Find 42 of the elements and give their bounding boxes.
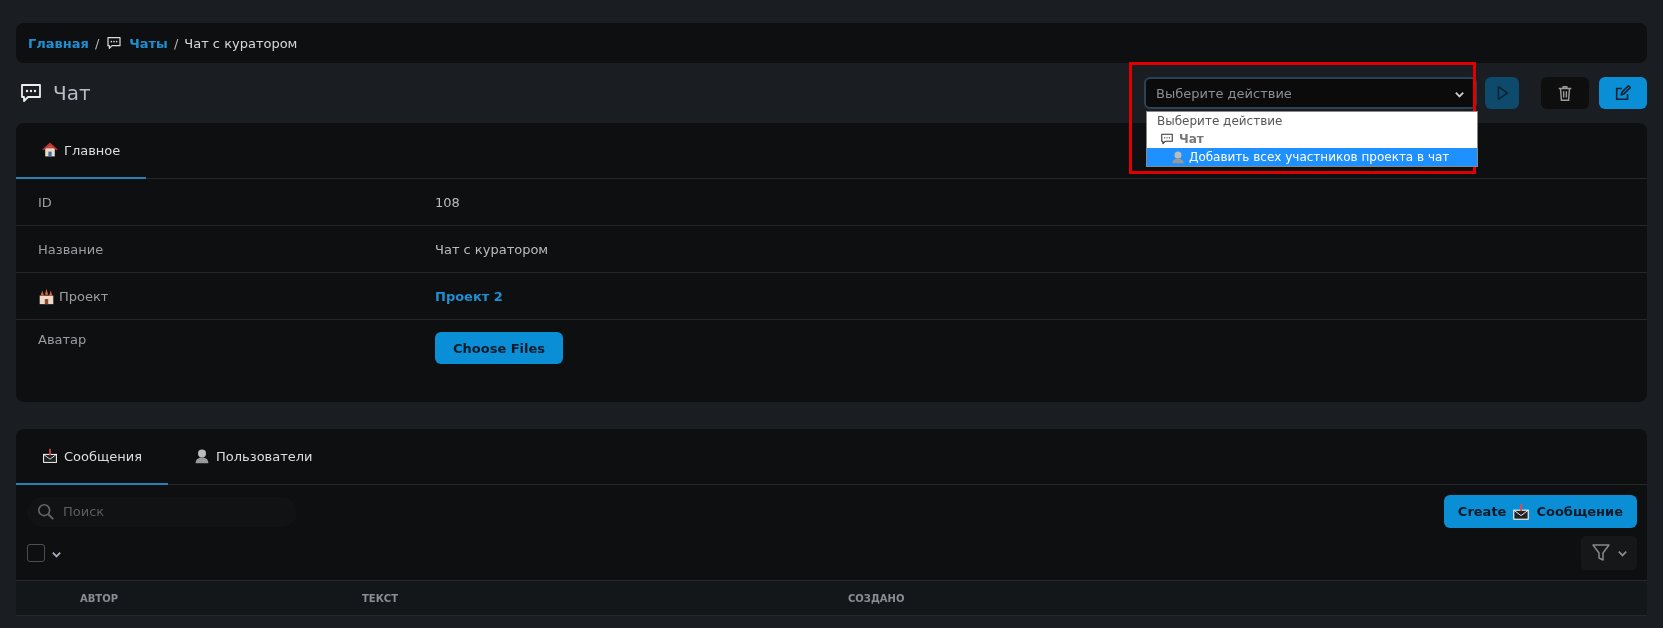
select-all-checkbox[interactable] bbox=[27, 544, 45, 562]
column-header: АВТОР bbox=[80, 592, 119, 604]
option-group-label: Чат bbox=[1179, 132, 1204, 146]
field-label: Проект bbox=[59, 288, 109, 304]
chat-icon bbox=[105, 35, 124, 51]
filter-icon bbox=[1590, 543, 1611, 563]
action-select[interactable]: Выберите действие bbox=[1144, 77, 1477, 109]
dropdown-option[interactable]: Добавить всех участников проекта в чат bbox=[1147, 148, 1477, 166]
edit-button[interactable] bbox=[1599, 77, 1647, 109]
person-icon bbox=[1171, 150, 1185, 164]
filter-button[interactable] bbox=[1581, 536, 1637, 570]
person-icon bbox=[194, 448, 210, 464]
trash-icon bbox=[1556, 84, 1574, 102]
breadcrumb-separator: / bbox=[173, 35, 179, 51]
choose-files-button[interactable]: Choose Files bbox=[435, 332, 564, 364]
chat-icon bbox=[19, 81, 43, 105]
create-button[interactable]: Create Сообщение bbox=[1443, 495, 1637, 528]
breadcrumb-link[interactable]: Главная bbox=[28, 35, 89, 51]
edit-icon bbox=[1614, 84, 1632, 102]
house-icon bbox=[42, 142, 58, 158]
delete-button[interactable] bbox=[1541, 77, 1589, 109]
dropdown-option[interactable]: Выберите действие bbox=[1147, 112, 1477, 130]
tab[interactable]: Главное bbox=[16, 123, 147, 179]
field-label: Название bbox=[38, 241, 104, 257]
page-title: Чат bbox=[53, 81, 91, 105]
envelope-icon bbox=[42, 448, 58, 464]
field-value: 108 bbox=[435, 194, 460, 210]
column-header: ТЕКСТ bbox=[362, 592, 399, 604]
breadcrumb-current: Чат с куратором bbox=[184, 35, 298, 51]
column-header: СОЗДАНО bbox=[848, 592, 905, 604]
field-label: ID bbox=[38, 194, 52, 210]
search-field[interactable]: Поиск bbox=[27, 496, 297, 527]
search-icon bbox=[37, 502, 55, 521]
breadcrumb-separator: / bbox=[94, 35, 100, 51]
chat-icon bbox=[1159, 132, 1175, 146]
envelope-icon bbox=[1512, 502, 1531, 521]
field-label: Аватар bbox=[38, 332, 87, 347]
tab[interactable]: Пользователи bbox=[168, 429, 339, 485]
project-link[interactable]: Проект 2 bbox=[435, 288, 503, 304]
field-value: Чат с куратором bbox=[435, 241, 549, 257]
breadcrumb-link[interactable]: Чаты bbox=[129, 35, 168, 51]
tab[interactable]: Сообщения bbox=[16, 429, 168, 485]
